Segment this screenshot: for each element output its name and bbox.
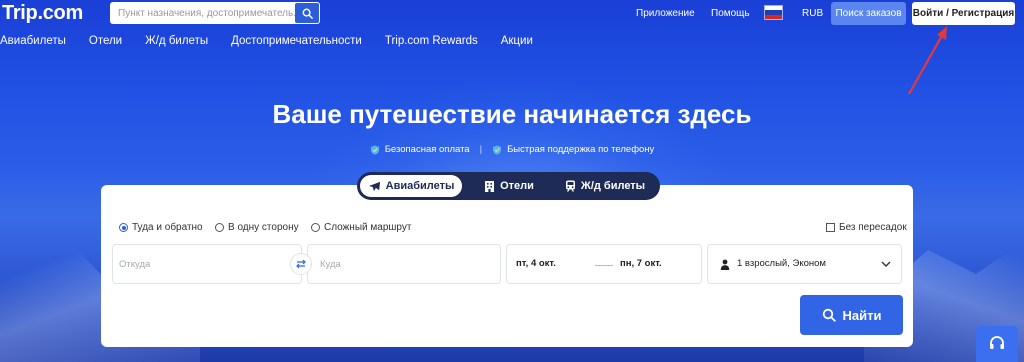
headset-icon: [990, 336, 1004, 349]
support-chat-button[interactable]: [976, 326, 1018, 362]
annotation-arrow-icon: [908, 26, 947, 95]
